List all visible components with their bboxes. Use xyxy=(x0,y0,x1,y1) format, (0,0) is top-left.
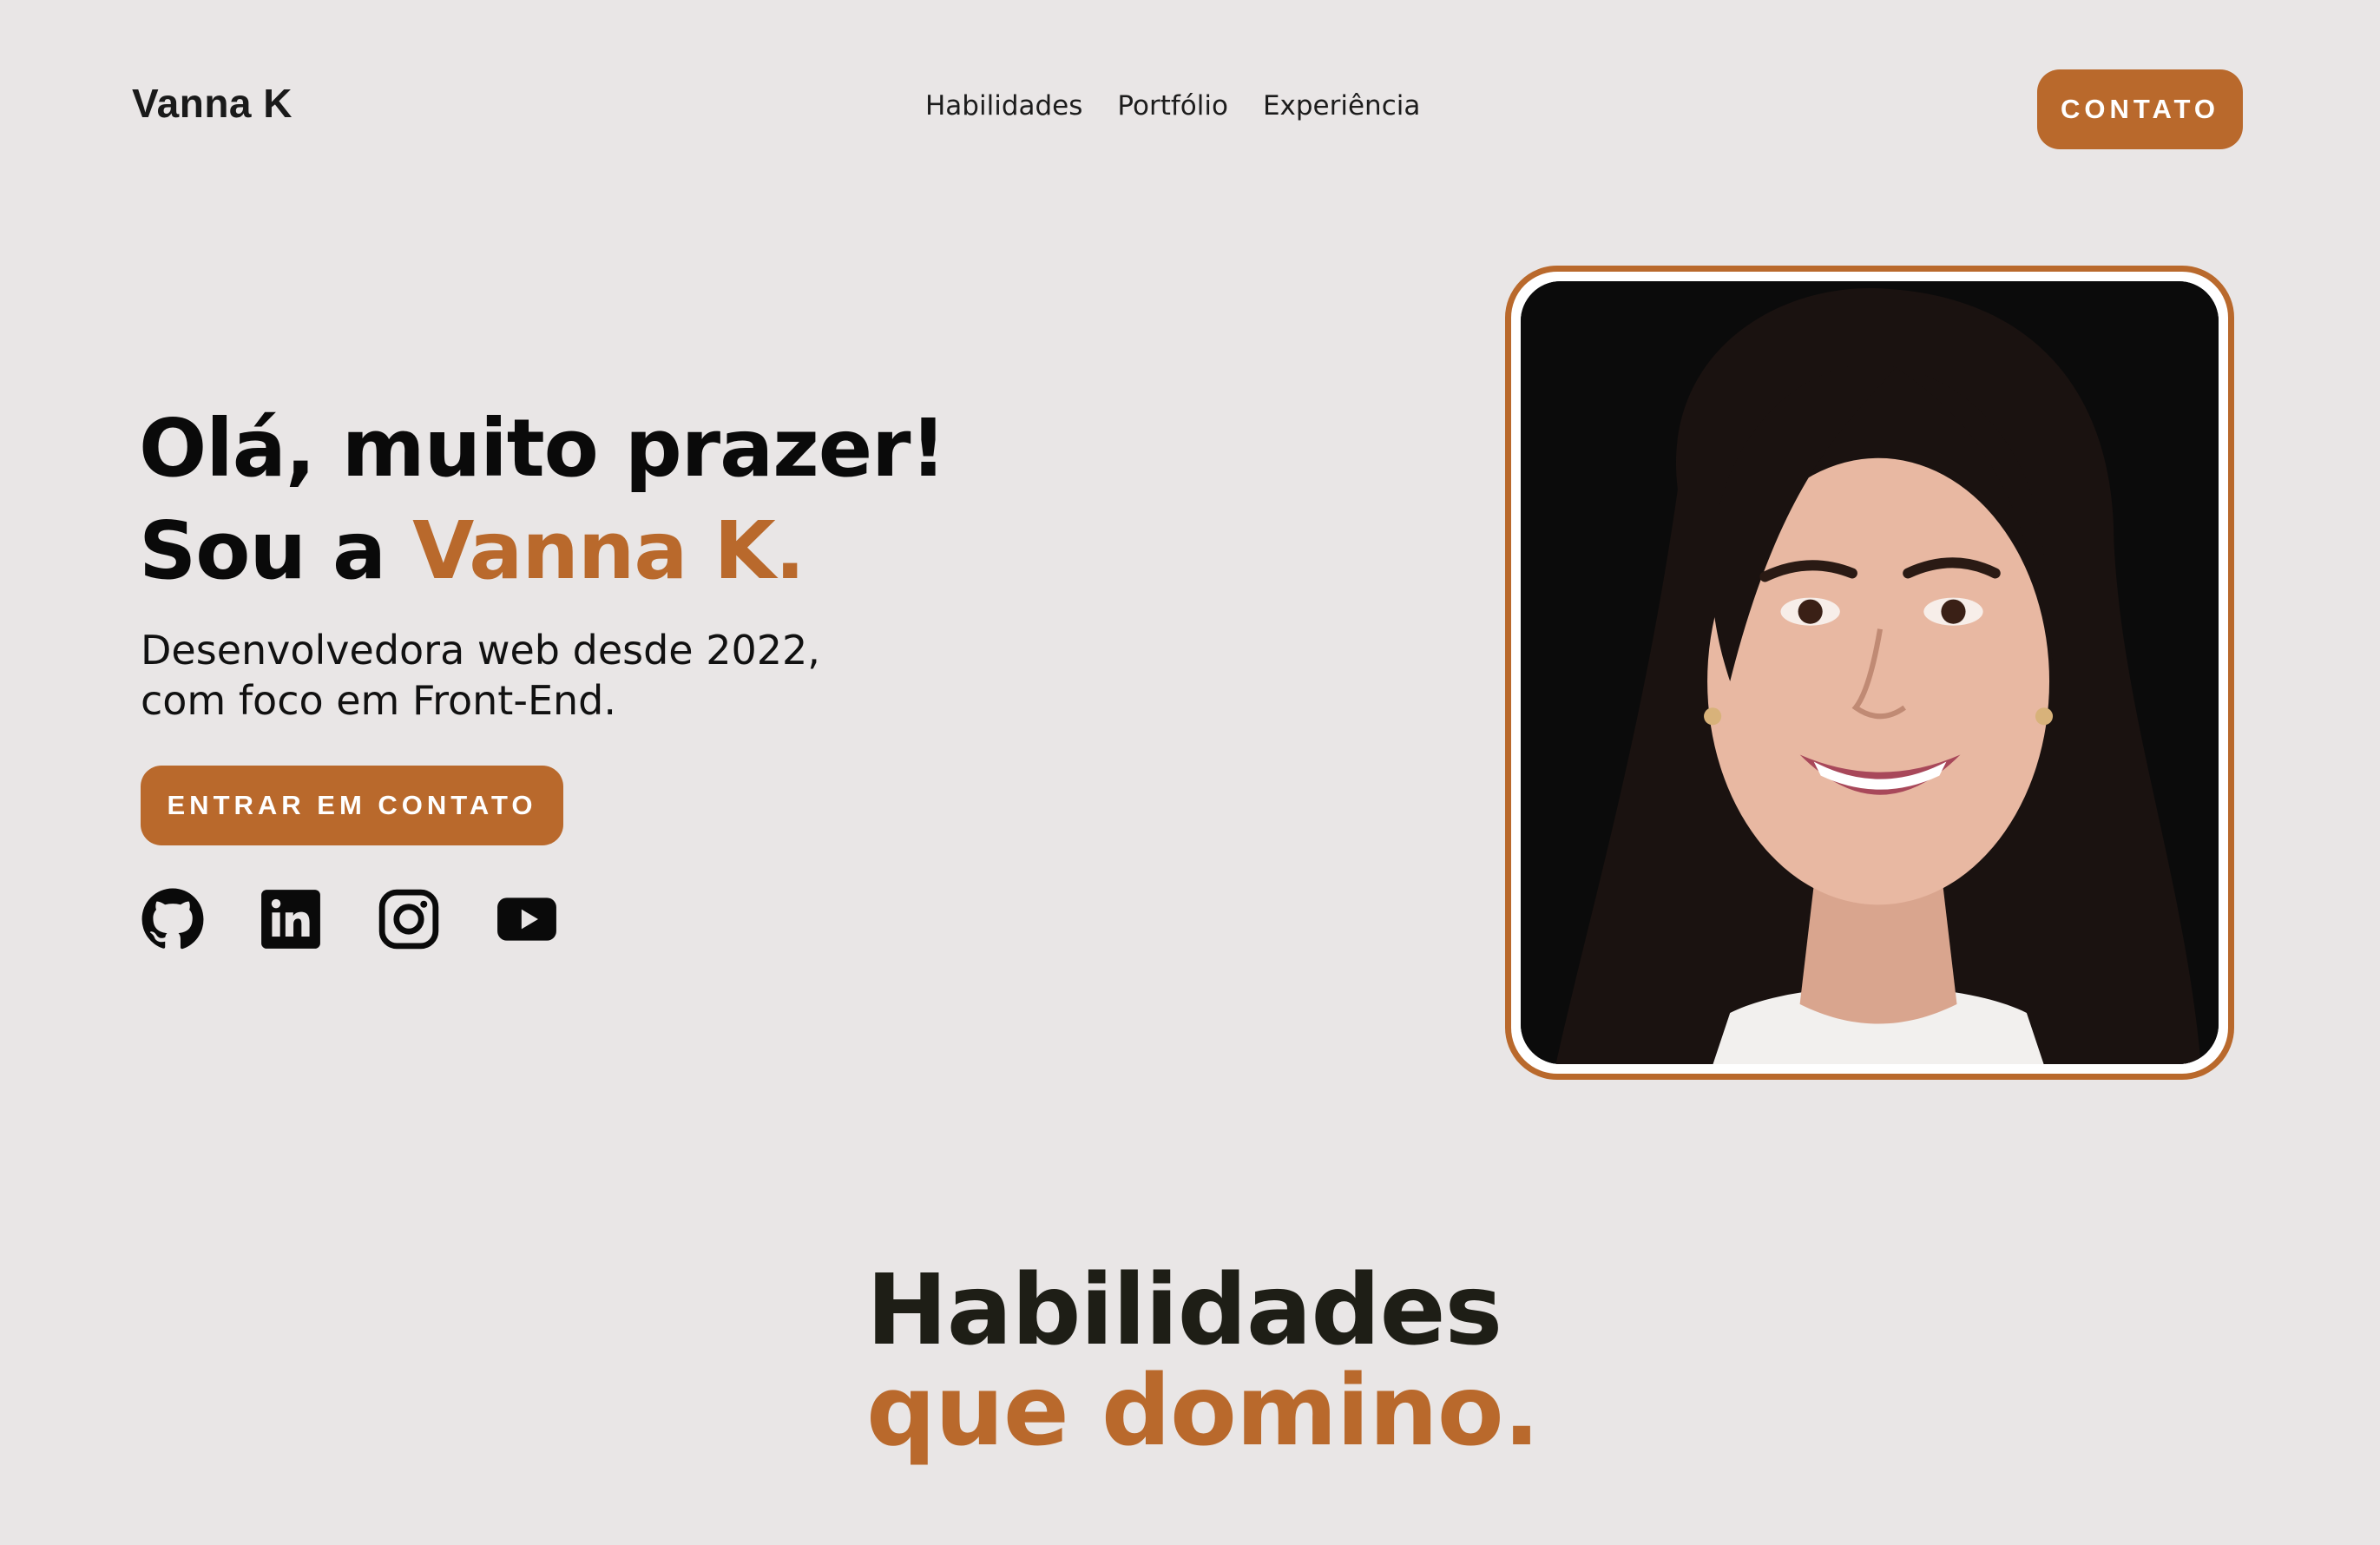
profile-photo xyxy=(1521,281,2219,1064)
youtube-icon[interactable] xyxy=(495,887,559,951)
hero-title: Olá, muito prazer! Sou a Vanna K. xyxy=(139,398,946,602)
skills-title-line2: que domino. xyxy=(866,1355,1540,1468)
hero-subtitle: Desenvolvedora web desde 2022, com foco … xyxy=(141,625,922,726)
portrait-illustration xyxy=(1521,281,2219,1064)
github-icon[interactable] xyxy=(141,887,205,951)
nav-item-experiencia[interactable]: Experiência xyxy=(1263,90,1420,122)
hero-title-name: Vanna K. xyxy=(412,504,805,597)
get-in-touch-button[interactable]: ENTRAR EM CONTATO xyxy=(141,766,563,845)
social-links xyxy=(141,887,559,951)
hero-title-prefix: Sou a xyxy=(139,504,413,597)
hero-subtitle-line1: Desenvolvedora web desde 2022, xyxy=(141,627,820,674)
brand-logo[interactable]: Vanna K xyxy=(132,80,293,127)
skills-title-line1: Habilidades xyxy=(866,1254,1502,1367)
contact-button[interactable]: CONTATO xyxy=(2037,69,2243,149)
hero-subtitle-line2: com foco em Front-End. xyxy=(141,677,616,724)
linkedin-icon[interactable] xyxy=(259,887,323,951)
instagram-icon[interactable] xyxy=(377,887,441,951)
skills-section-title: Habilidades que domino. xyxy=(866,1260,1540,1468)
profile-photo-frame xyxy=(1505,266,2234,1080)
main-nav: Habilidades Portfólio Experiência xyxy=(925,90,1420,122)
nav-item-portfolio[interactable]: Portfólio xyxy=(1117,90,1228,122)
nav-item-habilidades[interactable]: Habilidades xyxy=(925,90,1082,122)
hero-title-line1: Olá, muito prazer! xyxy=(139,402,946,495)
